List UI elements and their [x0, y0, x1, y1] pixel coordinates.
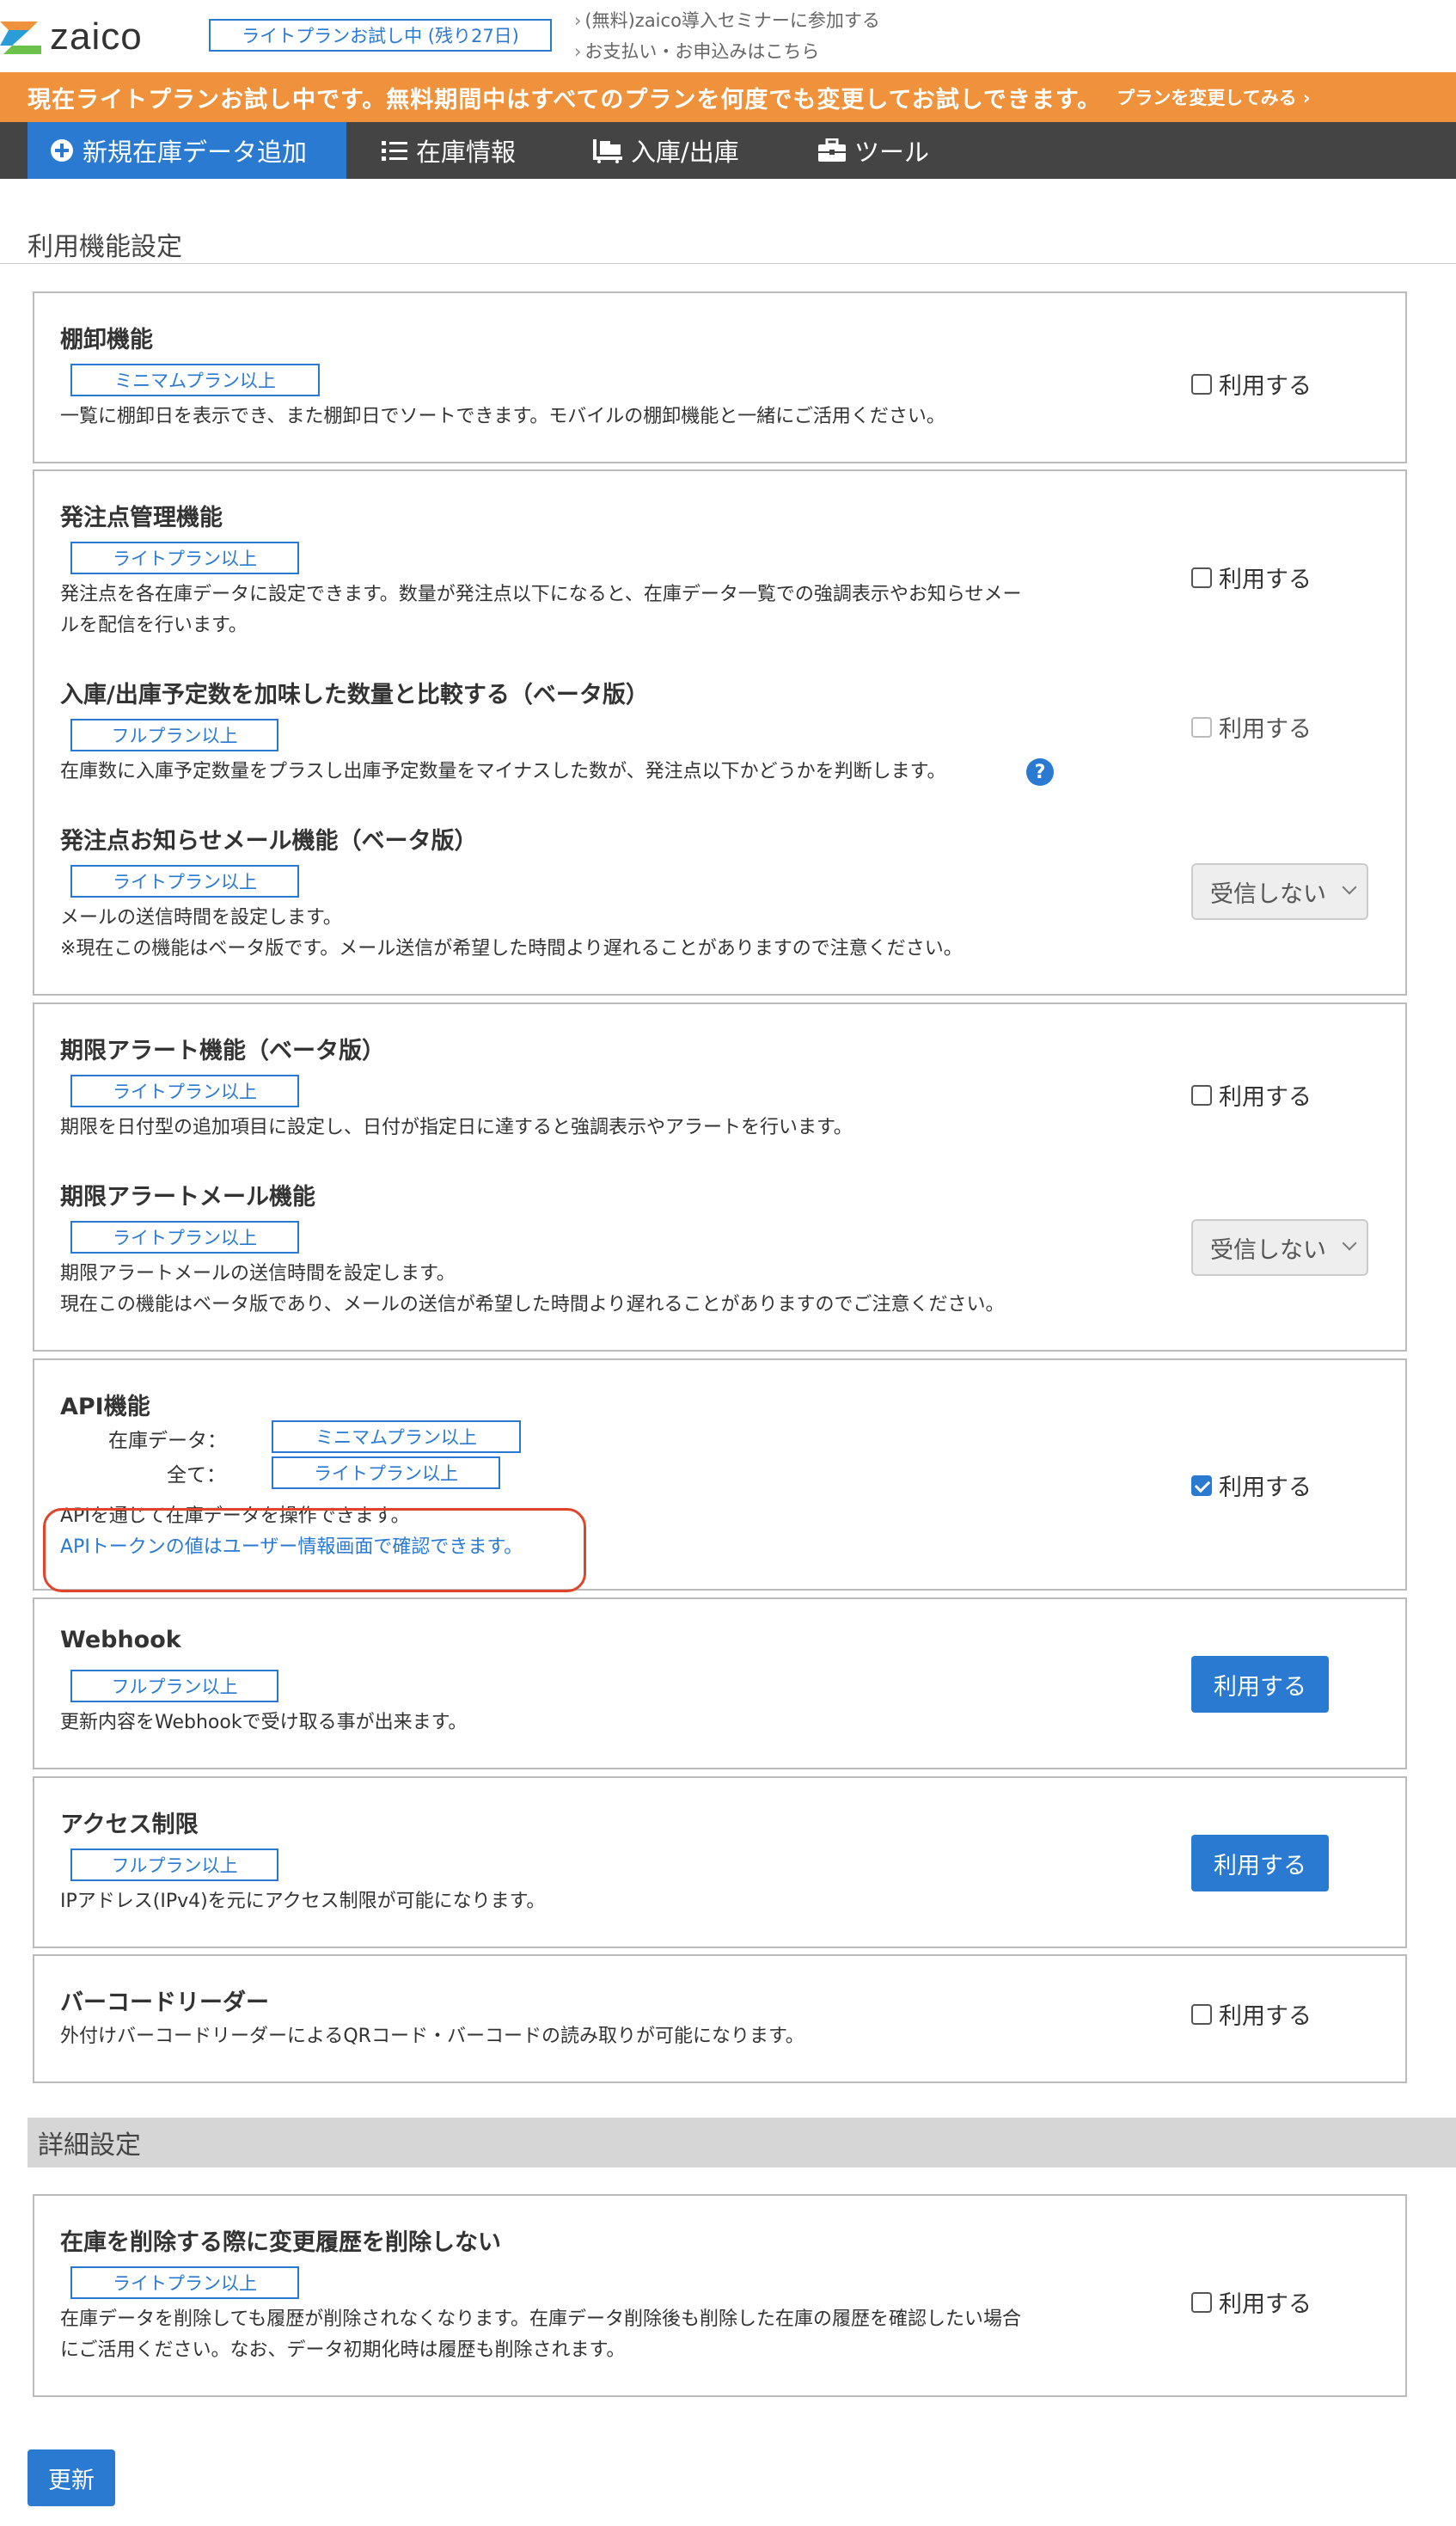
keep-history-checkbox[interactable]: 利用する	[1191, 2285, 1312, 2319]
access-use-button[interactable]: 利用する	[1191, 1835, 1329, 1891]
reorder-mail-select[interactable]: 受信しない	[1191, 863, 1368, 920]
checkbox-box[interactable]	[1191, 567, 1212, 588]
card-barcode: バーコードリーダー 外付けバーコードリーダーによるQRコード・バーコードの読み取…	[33, 1954, 1407, 2083]
feature-title: 在庫を削除する際に変更履歴を削除しない	[60, 2229, 501, 2256]
trial-banner: 現在ライトプランお試し中です。無料期間中はすべてのプランを何度でも変更してお試し…	[0, 72, 1456, 122]
feature-title: 棚卸機能	[60, 327, 153, 353]
feature-desc-2: にご活用ください。なお、データ初期化時は履歴も削除されます。	[60, 2339, 626, 2361]
stocktake-checkbox[interactable]: 利用する	[1191, 367, 1312, 401]
checkbox-box[interactable]	[1191, 1084, 1212, 1106]
section-title: 利用機能設定	[28, 232, 182, 262]
nav-add-inventory[interactable]: 新規在庫データ追加	[28, 122, 346, 179]
reorder-checkbox[interactable]: 利用する	[1191, 561, 1312, 594]
zaico-logo-icon	[0, 21, 41, 54]
barcode-checkbox[interactable]: 利用する	[1191, 1997, 1312, 2031]
feature-title: 入庫/出庫予定数を加味した数量と比較する（ベータ版）	[60, 682, 649, 708]
plan-badge: ミニマムプラン以上	[70, 364, 320, 396]
feature-title: アクセス制限	[60, 1812, 199, 1838]
checkbox-box[interactable]	[1191, 373, 1212, 395]
plan-badge: フルプラン以上	[70, 719, 278, 751]
feature-desc: 在庫数に入庫予定数量をプラスし出庫予定数量をマイナスした数が、発注点以下かどうか…	[60, 761, 946, 782]
feature-desc: 更新内容をWebhookで受け取る事が出来ます。	[60, 1712, 468, 1733]
card-access: アクセス制限 フルプラン以上 IPアドレス(IPv4)を元にアクセス制限が可能に…	[33, 1776, 1407, 1948]
expiry-checkbox[interactable]: 利用する	[1191, 1078, 1312, 1112]
feature-desc-2: ※現在この機能はベータ版です。メール送信が希望した時間より遅れることがありますの…	[60, 938, 963, 960]
feature-title: 期限アラートメール機能	[60, 1184, 315, 1211]
expiry-mail-select[interactable]: 受信しない	[1191, 1219, 1368, 1276]
plan-badge: ライトプラン以上	[70, 542, 299, 574]
highlight-annotation	[43, 1508, 586, 1592]
feature-desc-2: ルを配信を行います。	[60, 615, 248, 636]
plan-badge: フルプラン以上	[70, 1849, 278, 1881]
card-stocktake: 棚卸機能 ミニマムプラン以上 一覧に棚卸日を表示でき、また棚卸日でソートできます…	[33, 291, 1407, 463]
nav-in-out[interactable]: 入庫/出庫	[593, 122, 739, 179]
plan-badge: ライトプラン以上	[70, 2266, 299, 2299]
header-links: › (無料)zaico導入セミナーに参加する › お支払い・お申込みはこちら	[574, 5, 880, 67]
card-webhook: Webhook フルプラン以上 更新内容をWebhookで受け取る事が出来ます。…	[33, 1597, 1407, 1769]
plan-badge: ミニマムプラン以上	[272, 1420, 521, 1453]
feature-title: API機能	[60, 1394, 150, 1420]
detail-settings-header: 詳細設定	[28, 2118, 1456, 2167]
feature-desc: 期限を日付型の追加項目に設定し、日付が指定日に達すると強調表示やアラートを行いま…	[60, 1117, 853, 1138]
feature-desc: 外付けバーコードリーダーによるQRコード・バーコードの読み取りが可能になります。	[60, 2026, 804, 2047]
chevron-down-icon	[1342, 1235, 1357, 1251]
feature-desc: 発注点を各在庫データに設定できます。数量が発注点以下になると、在庫データ一覧での…	[60, 584, 1022, 605]
feature-desc-2: 現在この機能はベータ版であり、メールの送信が希望した時間より遅れることがあります…	[60, 1294, 1005, 1315]
feature-title: 発注点お知らせメール機能（ベータ版）	[60, 828, 478, 855]
feature-desc: メールの送信時間を設定します。	[60, 907, 342, 929]
plan-badge: フルプラン以上	[70, 1670, 278, 1702]
nav-inventory-info[interactable]: 在庫情報	[382, 122, 516, 179]
header: zaico ライトプランお試し中 (残り27日) › (無料)zaico導入セミナ…	[0, 0, 1456, 72]
chevron-down-icon	[1342, 880, 1357, 895]
toolbox-icon	[818, 138, 846, 162]
plus-circle-icon	[51, 139, 73, 162]
plan-badge: ライトプラン以上	[70, 1221, 299, 1254]
main-nav: 新規在庫データ追加 在庫情報 入庫/出庫 ツール	[0, 122, 1456, 179]
feature-title: バーコードリーダー	[60, 1990, 269, 2016]
scheduled-checkbox[interactable]: 利用する	[1191, 710, 1312, 744]
dolly-icon	[593, 139, 622, 163]
card-expiry: 期限アラート機能（ベータ版） ライトプラン以上 期限を日付型の追加項目に設定し、…	[33, 1002, 1407, 1352]
checkbox-box[interactable]	[1191, 2291, 1212, 2313]
nav-tools[interactable]: ツール	[818, 122, 929, 179]
checkbox-box[interactable]	[1191, 2003, 1212, 2025]
checkbox-box[interactable]	[1191, 716, 1212, 738]
checkbox-box[interactable]	[1191, 1475, 1212, 1496]
banner-text: 現在ライトプランお試し中です。無料期間中はすべてのプランを何度でも変更してお試し…	[28, 86, 1102, 113]
api-checkbox[interactable]: 利用する	[1191, 1468, 1312, 1502]
update-button[interactable]: 更新	[28, 2449, 115, 2506]
logo[interactable]: zaico	[0, 15, 143, 58]
plan-badge: ライトプラン以上	[272, 1456, 500, 1489]
change-plan-link[interactable]: プランを変更してみる ›	[1116, 84, 1310, 110]
feature-desc: 在庫データを削除しても履歴が削除されなくなります。在庫データ削除後も削除した在庫…	[60, 2308, 1022, 2330]
trial-badge[interactable]: ライトプランお試し中 (残り27日)	[209, 19, 552, 52]
card-reorder: 発注点管理機能 ライトプラン以上 発注点を各在庫データに設定できます。数量が発注…	[33, 469, 1407, 996]
help-icon[interactable]: ?	[1026, 758, 1054, 786]
card-detail: 在庫を削除する際に変更履歴を削除しない ライトプラン以上 在庫データを削除しても…	[33, 2194, 1407, 2397]
feature-title: Webhook	[60, 1627, 181, 1653]
payment-link[interactable]: › お支払い・お申込みはこちら	[574, 36, 880, 67]
seminar-link[interactable]: › (無料)zaico導入セミナーに参加する	[574, 5, 880, 36]
feature-desc: IPアドレス(IPv4)を元にアクセス制限が可能になります。	[60, 1891, 546, 1912]
feature-title: 発注点管理機能	[60, 505, 223, 531]
feature-title: 期限アラート機能（ベータ版）	[60, 1038, 385, 1064]
webhook-use-button[interactable]: 利用する	[1191, 1656, 1329, 1713]
api-label-inventory: 在庫データ：	[108, 1430, 227, 1452]
list-icon	[382, 141, 407, 161]
logo-text: zaico	[50, 15, 143, 58]
plan-badge: ライトプラン以上	[70, 1075, 299, 1107]
section-divider	[0, 263, 1456, 264]
feature-desc: 一覧に棚卸日を表示でき、また棚卸日でソートできます。モバイルの棚卸機能と一緒にご…	[60, 406, 945, 427]
feature-desc: 期限アラートメールの送信時間を設定します。	[60, 1263, 456, 1284]
api-label-all: 全て：	[167, 1464, 226, 1487]
plan-badge: ライトプラン以上	[70, 865, 299, 898]
